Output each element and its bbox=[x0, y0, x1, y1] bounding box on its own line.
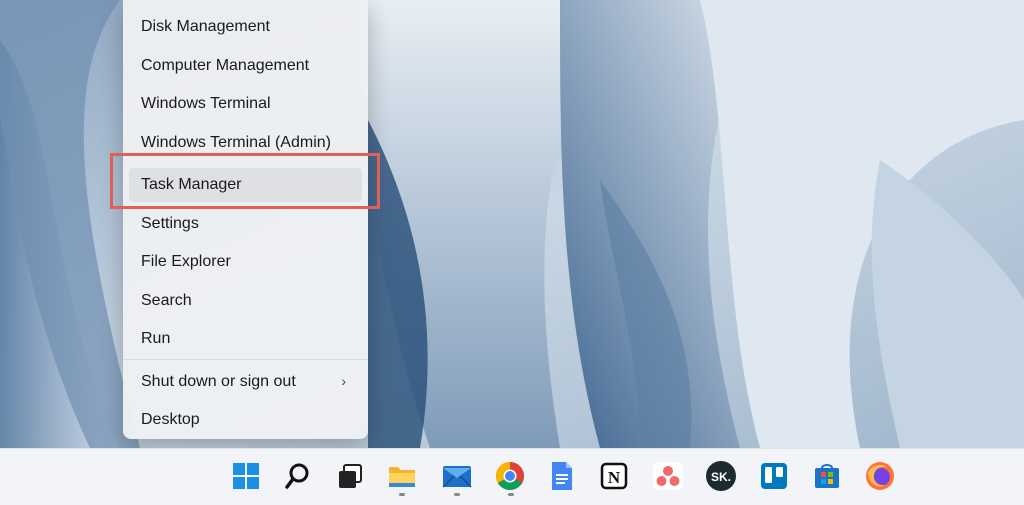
menu-item-run[interactable]: Run bbox=[129, 322, 362, 356]
menu-item-label: Desktop bbox=[141, 411, 200, 428]
menu-item-settings[interactable]: Settings bbox=[129, 207, 362, 241]
menu-item-label: Search bbox=[141, 292, 192, 309]
menu-item-windows-terminal-admin[interactable]: Windows Terminal (Admin) bbox=[129, 126, 362, 160]
google-docs-icon[interactable] bbox=[545, 459, 579, 493]
chevron-right-icon: › bbox=[341, 373, 346, 389]
menu-item-desktop[interactable]: Desktop bbox=[129, 403, 362, 437]
asana-icon[interactable] bbox=[651, 459, 685, 493]
trello-icon[interactable] bbox=[757, 459, 791, 493]
running-indicator bbox=[508, 493, 514, 496]
menu-item-label: File Explorer bbox=[141, 253, 231, 270]
running-indicator bbox=[454, 493, 460, 496]
menu-item-disk-management[interactable]: Disk Management bbox=[129, 10, 362, 44]
menu-item-file-explorer[interactable]: File Explorer bbox=[129, 245, 362, 279]
menu-item-windows-terminal[interactable]: Windows Terminal bbox=[129, 87, 362, 121]
menu-item-label: Run bbox=[141, 330, 171, 347]
firefox-icon[interactable] bbox=[863, 459, 897, 493]
menu-item-computer-management[interactable]: Computer Management bbox=[129, 49, 362, 83]
task-view-icon[interactable] bbox=[333, 459, 367, 493]
menu-item-search[interactable]: Search bbox=[129, 284, 362, 318]
menu-separator bbox=[123, 359, 368, 360]
windows-start-icon[interactable] bbox=[229, 459, 263, 493]
menu-item-shut-down-or-sign-out[interactable]: Shut down or sign out › bbox=[129, 365, 362, 399]
file-explorer-icon[interactable] bbox=[385, 459, 419, 493]
sk-app-icon[interactable]: SK. bbox=[704, 459, 738, 493]
menu-item-label: Computer Management bbox=[141, 57, 310, 74]
running-indicator bbox=[399, 493, 405, 496]
sk-app-label: SK. bbox=[711, 470, 731, 484]
taskbar: N SK. bbox=[0, 448, 1024, 505]
menu-item-label: Disk Management bbox=[141, 18, 270, 35]
chrome-icon[interactable] bbox=[493, 459, 527, 493]
search-icon[interactable] bbox=[281, 459, 315, 493]
menu-item-label: Task Manager bbox=[141, 176, 242, 193]
microsoft-store-icon[interactable] bbox=[810, 459, 844, 493]
notion-logo-letter: N bbox=[608, 468, 621, 487]
mail-icon[interactable] bbox=[440, 459, 474, 493]
menu-item-label: Windows Terminal bbox=[141, 95, 271, 112]
notion-icon[interactable]: N bbox=[597, 459, 631, 493]
menu-item-label: Shut down or sign out bbox=[141, 373, 296, 390]
menu-item-label: Windows Terminal (Admin) bbox=[141, 134, 331, 151]
quick-link-menu: Disk Management Computer Management Wind… bbox=[123, 0, 368, 439]
menu-item-label: Settings bbox=[141, 215, 199, 232]
menu-item-task-manager[interactable]: Task Manager bbox=[129, 168, 362, 202]
